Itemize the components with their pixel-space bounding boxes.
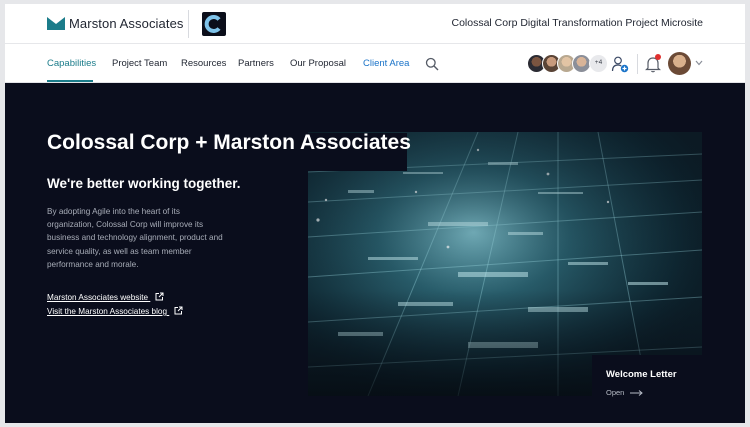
arrow-right-icon[interactable] [630, 390, 643, 396]
marston-logo-icon[interactable] [47, 17, 65, 30]
nav-item-resources[interactable]: Resources [181, 58, 226, 69]
hero-title: Colossal Corp + Marston Associates [47, 131, 411, 154]
external-link-icon[interactable] [174, 306, 183, 315]
header-divider [188, 10, 189, 38]
notification-badge [655, 54, 661, 60]
hero-section: Colossal Corp + Marston Associates We're… [5, 83, 745, 423]
more-members-badge[interactable]: +4 [589, 54, 608, 73]
colossal-logo-icon[interactable] [202, 12, 226, 36]
welcome-letter-title: Welcome Letter [606, 369, 677, 380]
hero-description: By adopting Agile into the heart of its … [47, 207, 223, 269]
nav-divider [637, 54, 638, 74]
main-nav: Capabilities Project Team Resources Part… [5, 45, 745, 83]
website-link[interactable]: Marston Associates website [47, 292, 164, 302]
nav-item-partners[interactable]: Partners [238, 58, 274, 69]
website-link-label[interactable]: Marston Associates website [47, 293, 148, 302]
site-title: Colossal Corp Digital Transformation Pro… [451, 17, 703, 29]
external-link-icon[interactable] [155, 292, 164, 301]
nav-item-capabilities[interactable]: Capabilities [47, 58, 96, 69]
top-header: Marston Associates Colossal Corp Digital… [5, 4, 745, 44]
search-icon[interactable] [425, 57, 439, 71]
nav-item-project-team[interactable]: Project Team [112, 58, 167, 69]
chevron-down-icon[interactable] [695, 60, 703, 66]
brand-name[interactable]: Marston Associates [69, 16, 184, 31]
app-window: Marston Associates Colossal Corp Digital… [5, 4, 745, 423]
nav-item-client-area[interactable]: Client Area [363, 58, 409, 69]
user-avatar[interactable] [668, 52, 691, 75]
hero-subtitle: We're better working together. [47, 176, 241, 191]
open-link[interactable]: Open [606, 388, 624, 397]
blog-link-label[interactable]: Visit the Marston Associates blog [47, 307, 167, 316]
nav-item-our-proposal[interactable]: Our Proposal [290, 58, 346, 69]
welcome-letter-card[interactable]: Welcome Letter Open [592, 355, 702, 405]
add-user-icon[interactable] [611, 55, 629, 73]
blog-link[interactable]: Visit the Marston Associates blog [47, 306, 183, 316]
